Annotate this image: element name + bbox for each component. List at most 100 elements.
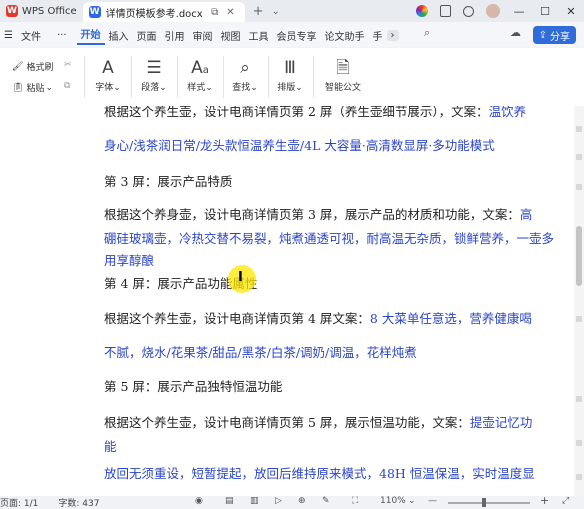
app-tab-label: WPS Office bbox=[22, 5, 77, 17]
zoom-out-button[interactable]: — bbox=[428, 496, 437, 506]
fullscreen-icon[interactable]: ⤢ bbox=[562, 496, 569, 506]
menu-tools[interactable]: 工具 bbox=[245, 28, 273, 43]
ribbon-divider bbox=[177, 56, 178, 98]
menu-bar: ☰ 文件 ··· 开始 插入 页面 引用 审阅 视图 工具 会员专享 论文助手 … bbox=[0, 22, 584, 49]
document-line: 身心/浅茶润日常/龙头款恒温养生壶/4L 大容量·高清数显屏·多功能模式 bbox=[104, 135, 558, 157]
find-label: 查找 bbox=[232, 83, 251, 93]
paragraph-label: 段落 bbox=[141, 83, 160, 93]
document-tab-title: 详情页模板参考.docx bbox=[105, 8, 203, 20]
document-page[interactable]: 根据这个养生壶，设计电商详情页第 2 屏（养生壶细节展示），文案：温饮养 身心/… bbox=[0, 106, 574, 496]
document-line: 根据这个养生壶，设计电商详情页第 4 屏文案：8 大菜单任意选，营养健康喝 bbox=[104, 308, 558, 330]
clipboard-icon: 📋︎ bbox=[12, 82, 24, 93]
line-text: 根据这个养生壶，设计电商详情页第 5 屏，展示恒温功能，文案： bbox=[104, 415, 470, 430]
new-tab-button[interactable]: + bbox=[253, 4, 264, 19]
menu-scroll-right-icon[interactable]: › bbox=[386, 29, 399, 41]
section-heading: 第 5 屏：展示产品独特恒温功能 bbox=[104, 376, 558, 398]
layout-icon[interactable] bbox=[440, 5, 451, 17]
vertical-scrollbar[interactable] bbox=[574, 106, 584, 496]
chevron-down-icon: ⌄ bbox=[295, 83, 303, 93]
share-button[interactable]: ⇪ 分享 bbox=[532, 26, 576, 44]
paste-button[interactable]: 📋︎ 粘贴 ⌄ bbox=[12, 81, 53, 95]
copy-icon[interactable]: ⧉ bbox=[64, 81, 70, 91]
ribbon-divider bbox=[84, 56, 85, 98]
chevron-down-icon: ⌄ bbox=[205, 83, 213, 93]
zoom-dropdown-icon[interactable]: ⌄ bbox=[408, 496, 416, 506]
hamburger-menu-icon[interactable]: ☰ bbox=[0, 30, 17, 41]
color-wheel-icon[interactable] bbox=[416, 5, 428, 17]
ribbon-divider bbox=[313, 56, 314, 98]
menu-page[interactable]: 页面 bbox=[133, 28, 161, 43]
line-highlight-text: 8 大菜单任意选，营养健康喝 bbox=[369, 311, 532, 326]
maximize-button[interactable]: ☐ bbox=[532, 5, 558, 18]
document-line: 根据这个养身壶，设计电商详情页第 3 屏，展示产品的材质和功能，文案：高 bbox=[104, 204, 558, 226]
font-button[interactable]: A 字体⌄ bbox=[88, 56, 128, 93]
user-avatar[interactable] bbox=[486, 4, 500, 18]
style-label: 样式 bbox=[187, 83, 206, 93]
font-icon: A bbox=[102, 58, 114, 78]
tab-list-dropdown-icon[interactable]: ⌄ bbox=[272, 6, 280, 17]
document-line: 放回无须重设，短暂提起，放回后维持原来模式，48H 恒温保温，实时温度显 bbox=[104, 463, 558, 485]
menu-member[interactable]: 会员专享 bbox=[273, 28, 321, 43]
line-highlight-text: 身心/浅茶润日常/龙头款恒温养生壶/4L 大容量·高清数显屏·多功能模式 bbox=[104, 138, 495, 153]
word-count[interactable]: 字数: 437 bbox=[58, 496, 99, 509]
paragraph-button[interactable]: ☰ 段落⌄ bbox=[134, 56, 174, 93]
zoom-slider-track[interactable] bbox=[448, 502, 530, 504]
page-count[interactable]: 页面: 1/1 bbox=[0, 496, 38, 509]
menu-view[interactable]: 视图 bbox=[217, 28, 245, 43]
line-text: 第 3 屏：展示产品特质 bbox=[104, 174, 233, 189]
status-bar: 页面: 1/1 字数: 437 ◉ ▤ ▥ ▷ ⊕ ✎ ⛶ 110% ⌄ — +… bbox=[0, 494, 584, 509]
play-icon[interactable]: ▷ bbox=[275, 496, 282, 506]
title-right-controls: — ☐ ✕ bbox=[410, 0, 584, 22]
zoom-slider-handle[interactable] bbox=[482, 498, 486, 507]
eye-icon[interactable]: ◉ bbox=[195, 496, 203, 506]
find-button[interactable]: ⌕ 查找⌄ bbox=[225, 56, 265, 93]
outline-view-icon[interactable]: ▥ bbox=[250, 496, 259, 506]
menu-insert[interactable]: 插入 bbox=[105, 28, 133, 43]
cut-icon[interactable]: ✂ bbox=[64, 60, 72, 70]
menu-file[interactable]: 文件 bbox=[17, 28, 45, 43]
line-highlight-text: 不腻，烧水/花果茶/甜品/黑茶/白茶/调奶/调温，花样炖煮 bbox=[104, 345, 417, 360]
line-highlight-text: 放回无须重设，短暂提起，放回后维持原来模式，48H 恒温保温，实时温度显 bbox=[104, 466, 535, 481]
scroll-marker bbox=[576, 440, 582, 446]
fit-page-icon[interactable]: ⛶ bbox=[352, 496, 358, 506]
font-label: 字体 bbox=[95, 83, 114, 93]
zoom-in-button[interactable]: + bbox=[540, 494, 549, 507]
wps-logo-icon: W bbox=[6, 5, 18, 17]
close-tab-icon[interactable]: ✕ bbox=[226, 7, 234, 18]
page-view-icon[interactable]: ▤ bbox=[225, 496, 234, 506]
section-heading: 第 3 屏：展示产品特质 bbox=[104, 171, 558, 193]
close-window-button[interactable]: ✕ bbox=[558, 5, 584, 18]
minimize-button[interactable]: — bbox=[506, 5, 532, 18]
cube-icon[interactable] bbox=[463, 5, 474, 17]
web-view-icon[interactable]: ⊕ bbox=[298, 496, 306, 506]
smart-document-icon: 🗎︎ bbox=[336, 58, 350, 78]
tab-document[interactable]: W 详情页模板参考.docx ⧉ ✕ bbox=[82, 2, 245, 22]
line-highlight-text: 提壶记忆功 bbox=[469, 415, 533, 430]
menu-references[interactable]: 引用 bbox=[161, 28, 189, 43]
menu-home[interactable]: 开始 bbox=[76, 26, 105, 45]
layout-button[interactable]: Ⅲ 排版⌄ bbox=[270, 56, 310, 93]
document-line: 根据这个养生壶，设计电商详情页第 5 屏，展示恒温功能，文案：提壶记忆功 bbox=[104, 412, 558, 434]
cloud-icon[interactable]: ☁ bbox=[510, 26, 521, 39]
section-heading: 第 4 屏：展示产品功能属性 bbox=[104, 273, 558, 295]
line-highlight-text: 能 bbox=[104, 439, 117, 454]
scroll-marker bbox=[576, 396, 582, 402]
menu-review[interactable]: 审阅 bbox=[189, 28, 217, 43]
smart-document-button[interactable]: 🗎︎ 智能公文 bbox=[318, 56, 368, 93]
format-painter-button[interactable]: 🖌︎ 格式刷 bbox=[12, 60, 53, 74]
menu-truncated-item[interactable]: 手 bbox=[369, 28, 387, 43]
search-icon[interactable]: ⌕ bbox=[424, 26, 430, 40]
share-label: 分享 bbox=[550, 31, 570, 43]
menu-paper-assistant[interactable]: 论文助手 bbox=[321, 28, 369, 43]
pen-icon[interactable]: ✎ bbox=[322, 496, 330, 506]
line-text: 根据这个养生壶，设计电商详情页第 4 屏文案： bbox=[104, 311, 370, 326]
title-bar: W WPS Office W 详情页模板参考.docx ⧉ ✕ + ⌄ — ☐ … bbox=[0, 0, 584, 22]
share-icon: ⇪ bbox=[538, 29, 547, 41]
scrollbar-thumb[interactable] bbox=[576, 226, 582, 286]
zoom-level[interactable]: 110% bbox=[380, 496, 406, 506]
ribbon-divider bbox=[268, 56, 269, 98]
style-button[interactable]: Aa 样式⌄ bbox=[180, 56, 220, 93]
menu-more[interactable]: ··· bbox=[53, 30, 71, 41]
window-restore-icon[interactable]: ⧉ bbox=[211, 7, 218, 18]
tab-wps-office[interactable]: W WPS Office bbox=[0, 0, 83, 22]
